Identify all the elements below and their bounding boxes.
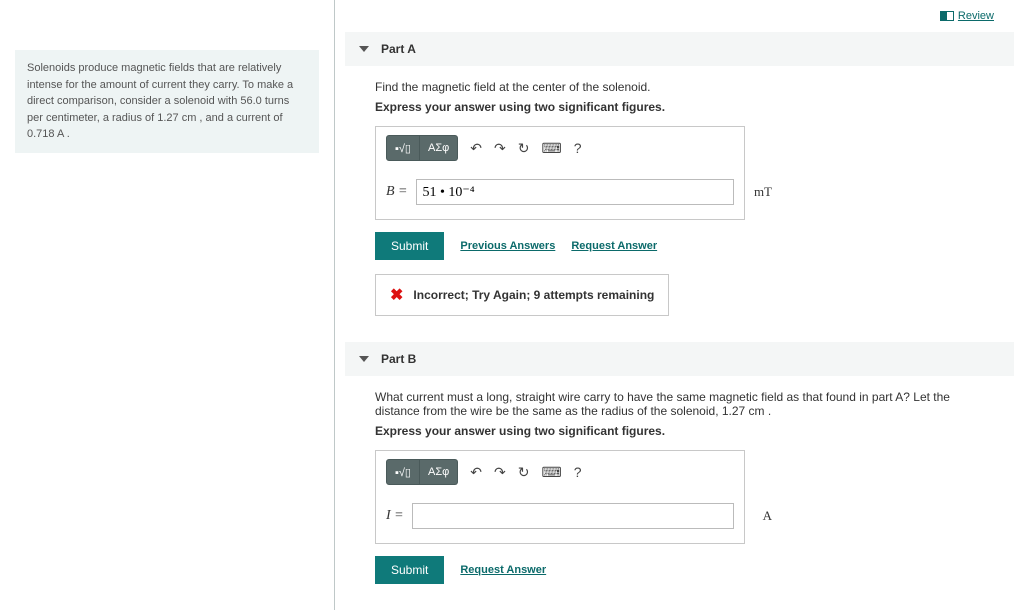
part-a-actions: Submit Previous Answers Request Answer [375,232,984,260]
part-b-prompt: What current must a long, straight wire … [375,390,984,418]
part-a-answer-box: ▪√▯ ΑΣφ ↶ ↷ ↻ ⌨ ? B = [375,126,745,220]
part-a: Part A Find the magnetic field at the ce… [345,32,1014,334]
template-button[interactable]: ▪√▯ [386,135,420,161]
incorrect-icon: ✖ [390,285,403,305]
part-a-submit-button[interactable]: Submit [375,232,444,260]
undo-icon[interactable]: ↶ [470,140,482,157]
part-b-header[interactable]: Part B [345,342,1014,376]
review-link[interactable]: Review [940,10,994,22]
part-b-actions: Submit Request Answer [375,556,984,584]
part-b-variable: I = [386,508,404,524]
review-label: Review [958,10,994,22]
redo-icon[interactable]: ↷ [494,140,506,157]
part-b-instruction: Express your answer using two significan… [375,424,984,438]
part-a-unit: mT [754,184,772,200]
part-a-body: Find the magnetic field at the center of… [345,66,1014,334]
part-b-submit-button[interactable]: Submit [375,556,444,584]
part-b-input[interactable] [412,503,734,529]
symbols-button[interactable]: ΑΣφ [420,135,458,161]
part-b-body: What current must a long, straight wire … [345,376,1014,602]
problem-statement: Solenoids produce magnetic fields that a… [15,50,319,153]
part-b: Part B What current must a long, straigh… [345,342,1014,602]
help-icon[interactable]: ? [574,140,582,156]
keyboard-icon[interactable]: ⌨ [541,140,561,157]
part-a-input[interactable] [416,179,735,205]
caret-down-icon [359,46,369,52]
part-b-answer-box: ▪√▯ ΑΣφ ↶ ↷ ↻ ⌨ ? I = [375,450,745,544]
main-content: Review Part A Find the magnetic field at… [335,0,1024,610]
redo-icon-b[interactable]: ↷ [494,464,506,481]
part-b-input-row: I = A [376,493,744,543]
equation-toolbar-b: ▪√▯ ΑΣφ ↶ ↷ ↻ ⌨ ? [376,451,744,493]
part-a-title: Part A [381,42,416,56]
keyboard-icon-b[interactable]: ⌨ [541,464,561,481]
caret-down-icon [359,356,369,362]
part-b-request-answer-link[interactable]: Request Answer [460,564,546,576]
part-b-unit: A [763,508,772,524]
reset-icon[interactable]: ↻ [518,140,530,157]
symbols-button-b[interactable]: ΑΣφ [420,459,458,485]
part-a-request-answer-link[interactable]: Request Answer [571,240,657,252]
part-a-instruction: Express your answer using two significan… [375,100,984,114]
part-a-feedback: ✖ Incorrect; Try Again; 9 attempts remai… [375,274,669,316]
help-icon-b[interactable]: ? [574,464,582,480]
template-button-b[interactable]: ▪√▯ [386,459,420,485]
part-b-title: Part B [381,352,416,366]
top-bar: Review [345,0,1014,32]
part-a-variable: B = [386,184,408,200]
previous-answers-link[interactable]: Previous Answers [460,240,555,252]
flag-icon [940,11,954,21]
undo-icon-b[interactable]: ↶ [470,464,482,481]
part-a-input-row: B = mT [376,169,744,219]
part-a-prompt: Find the magnetic field at the center of… [375,80,984,94]
feedback-text: Incorrect; Try Again; 9 attempts remaini… [413,288,654,302]
equation-toolbar: ▪√▯ ΑΣφ ↶ ↷ ↻ ⌨ ? [376,127,744,169]
problem-sidebar: Solenoids produce magnetic fields that a… [0,0,335,610]
part-a-header[interactable]: Part A [345,32,1014,66]
reset-icon-b[interactable]: ↻ [518,464,530,481]
